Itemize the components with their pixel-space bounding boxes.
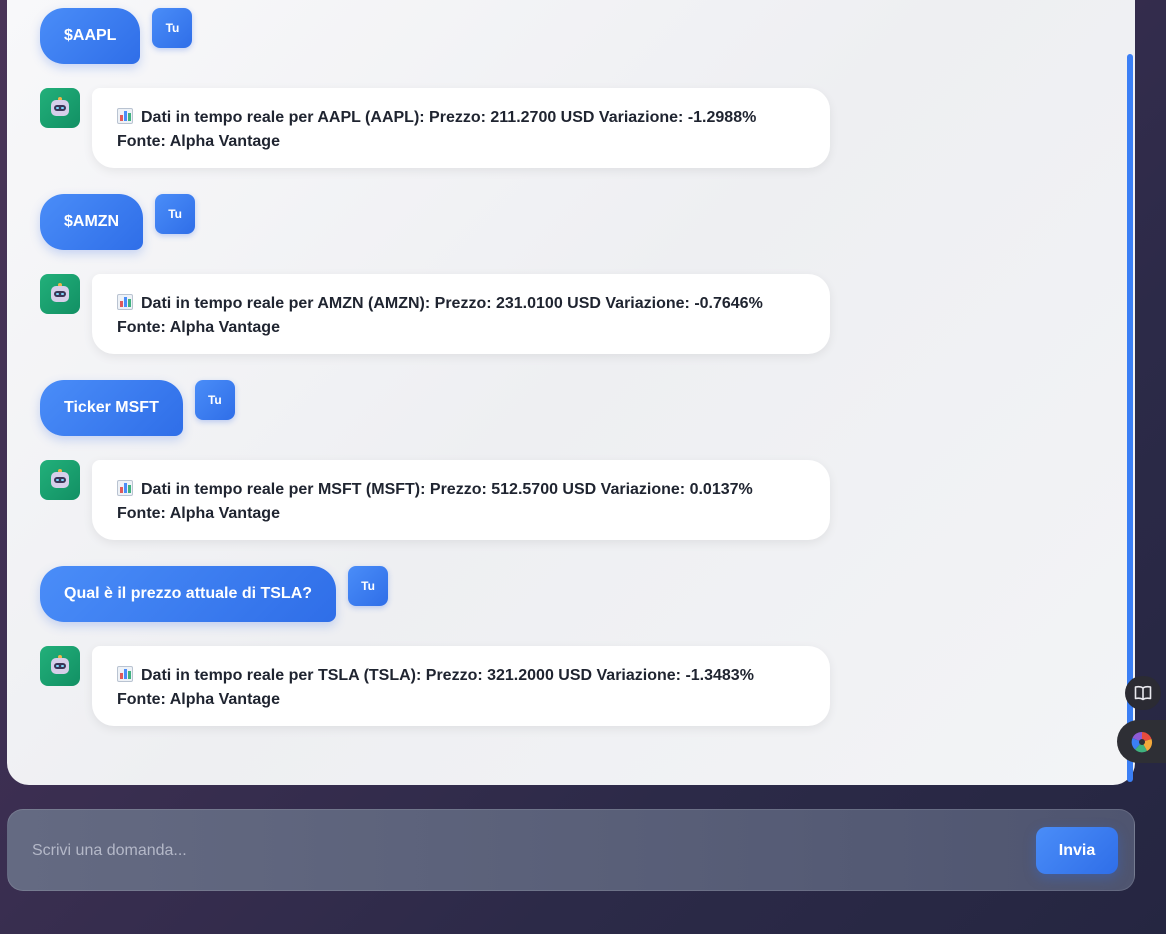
book-icon bbox=[1134, 685, 1152, 701]
bot-message-text: Dati in tempo reale per AMZN (AMZN): Pre… bbox=[117, 295, 763, 336]
color-wheel-icon bbox=[1131, 731, 1153, 752]
user-avatar: Tu bbox=[155, 194, 196, 234]
bar-chart-icon bbox=[117, 108, 133, 124]
user-avatar: Tu bbox=[152, 8, 193, 48]
bot-message: Dati in tempo reale per AMZN (AMZN): Pre… bbox=[92, 274, 830, 354]
bot-avatar-robot-icon bbox=[40, 646, 80, 686]
user-message: Ticker MSFT Tu bbox=[40, 380, 235, 436]
user-message: Qual è il prezzo attuale di TSLA? Tu bbox=[40, 566, 389, 622]
user-avatar: Tu bbox=[194, 380, 235, 420]
robot-icon bbox=[49, 655, 71, 677]
bot-avatar-robot-icon bbox=[40, 88, 80, 128]
bar-chart-icon bbox=[117, 666, 133, 682]
bot-avatar-robot-icon bbox=[40, 274, 80, 314]
bot-message: Dati in tempo reale per TSLA (TSLA): Pre… bbox=[92, 646, 830, 726]
robot-icon bbox=[49, 283, 71, 305]
user-message: $AAPL Tu bbox=[40, 8, 193, 64]
user-message: $AMZN Tu bbox=[40, 194, 196, 250]
message-input[interactable] bbox=[32, 832, 1022, 870]
bot-message: Dati in tempo reale per MSFT (MSFT): Pre… bbox=[92, 460, 830, 540]
robot-icon bbox=[49, 469, 71, 491]
bot-message: Dati in tempo reale per AAPL (AAPL): Pre… bbox=[92, 88, 830, 168]
user-avatar: Tu bbox=[348, 566, 389, 606]
user-bubble: Qual è il prezzo attuale di TSLA? bbox=[40, 566, 337, 622]
side-button-book[interactable] bbox=[1125, 676, 1161, 710]
bot-message-text: Dati in tempo reale per AAPL (AAPL): Pre… bbox=[117, 109, 757, 150]
robot-icon bbox=[49, 97, 71, 119]
send-button[interactable]: Invia bbox=[1036, 827, 1118, 874]
side-button-palette[interactable] bbox=[1117, 720, 1166, 763]
bar-chart-icon bbox=[117, 480, 133, 496]
bar-chart-icon bbox=[117, 294, 133, 310]
user-bubble: Ticker MSFT bbox=[40, 380, 183, 436]
chat-scrollbar[interactable] bbox=[1127, 54, 1133, 782]
bot-avatar-robot-icon bbox=[40, 460, 80, 500]
message-composer: Invia bbox=[7, 809, 1135, 891]
bot-message-text: Dati in tempo reale per MSFT (MSFT): Pre… bbox=[117, 481, 753, 522]
user-bubble: $AMZN bbox=[40, 194, 144, 250]
bot-message-text: Dati in tempo reale per TSLA (TSLA): Pre… bbox=[117, 667, 754, 708]
chat-panel: $AAPL Tu Dati in tempo reale per AAPL (A… bbox=[7, 0, 1135, 785]
user-bubble: $AAPL bbox=[40, 8, 141, 64]
